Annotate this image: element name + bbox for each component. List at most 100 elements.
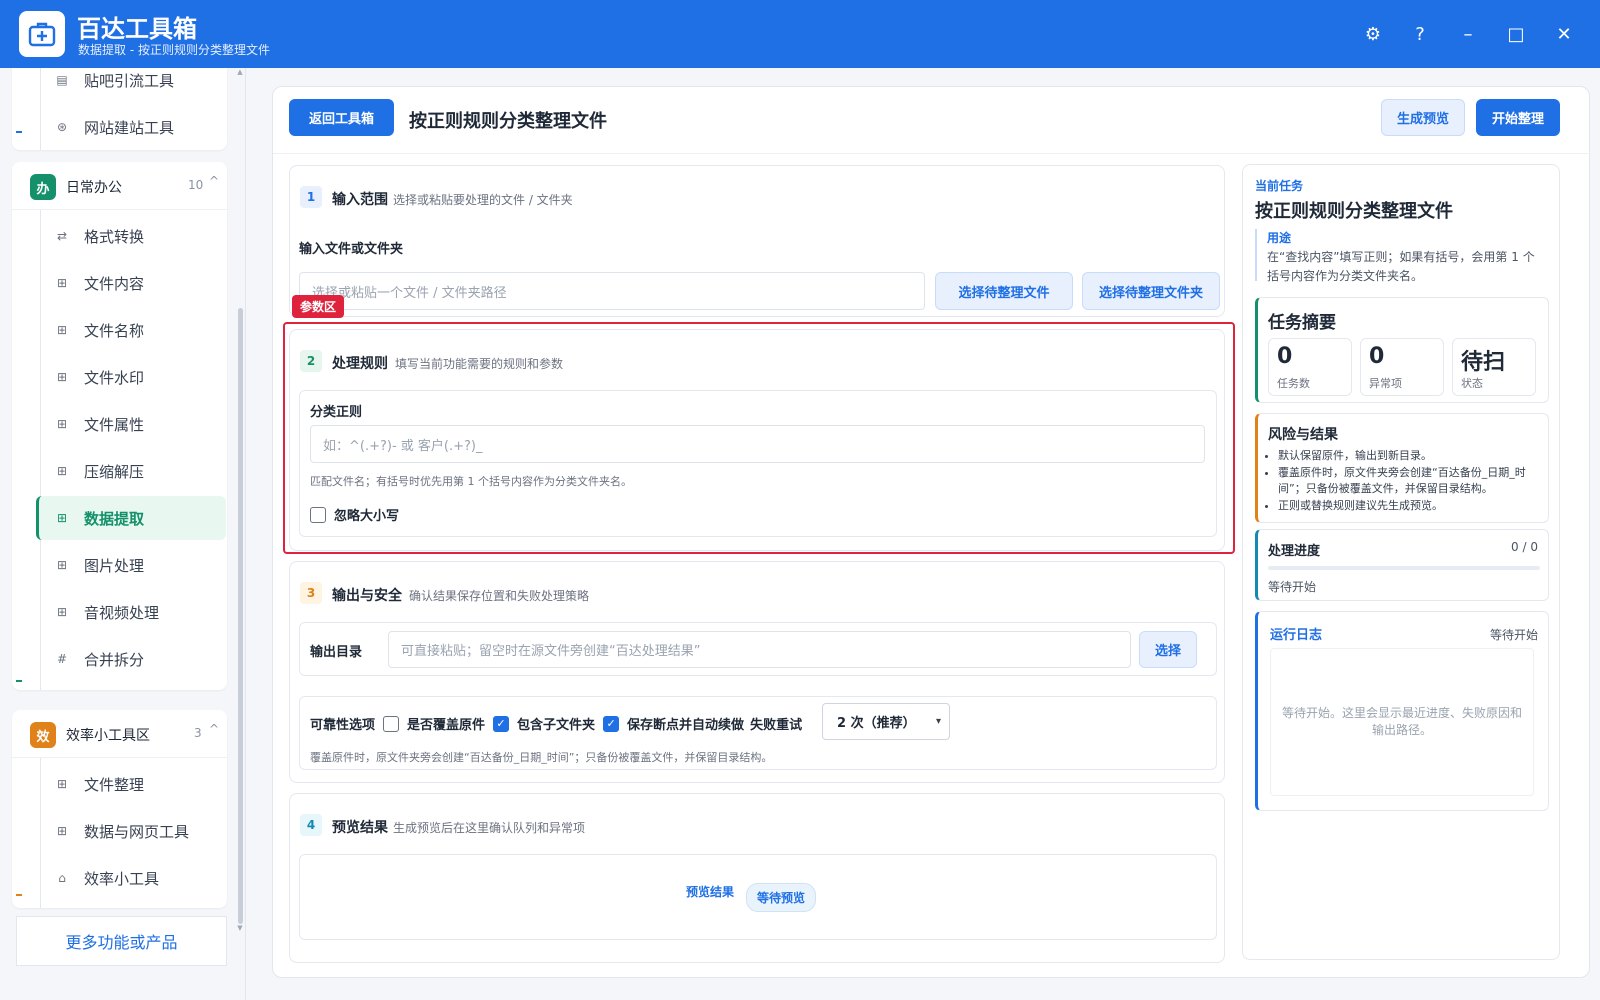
stat-task-count: 0 任务数 <box>1268 338 1352 396</box>
regex-label: 分类正则 <box>310 405 363 420</box>
progress-count: 0 / 0 <box>1511 540 1538 554</box>
section-output-safety: 3 输出与安全 确认结果保存位置和失败处理策略 输出目录 可直接粘贴；留空时在源… <box>289 561 1225 783</box>
sidebar-scrollbar[interactable] <box>238 308 243 924</box>
regex-hint: 匹配文件名；有括号时优先用第 1 个括号内容作为分类文件夹名。 <box>310 475 632 488</box>
output-dir-input[interactable]: 可直接粘贴；留空时在源文件旁创建“百达处理结果” <box>388 631 1131 668</box>
choose-file-button[interactable]: 选择待整理文件 <box>935 272 1073 310</box>
start-organize-button[interactable]: 开始整理 <box>1476 99 1560 136</box>
risk-list: 默认保留原件，输出到新目录。 覆盖原件时，原文件夹旁会创建“百达备份_日期_时间… <box>1278 448 1548 515</box>
resume-label: 保存断点并自动续做 <box>627 718 745 733</box>
group-count: 3 <box>194 726 202 740</box>
step-number: 2 <box>300 350 322 372</box>
step-number: 1 <box>300 186 322 208</box>
close-icon[interactable]: ✕ <box>1550 20 1578 48</box>
choose-folder-button[interactable]: 选择待整理文件夹 <box>1082 272 1220 310</box>
back-to-toolbox-button[interactable]: 返回工具箱 <box>289 99 394 136</box>
scroll-down-icon[interactable]: ▼ <box>236 924 244 932</box>
sidebar-item-file-attributes[interactable]: ⊞ 文件属性 <box>36 402 226 446</box>
section-title: 处理规则 <box>332 356 388 372</box>
list-item: 默认保留原件，输出到新目录。 <box>1278 448 1548 464</box>
app-title: 百达工具箱 <box>77 15 197 43</box>
group-name: 日常办公 <box>66 180 122 196</box>
regex-input[interactable]: 如：^(.+?)- 或 客户(.+?)_ <box>310 425 1205 463</box>
section-title: 输入范围 <box>332 192 388 208</box>
efficiency-group-icon: 效 <box>30 722 56 748</box>
grid-icon: ⊞ <box>56 605 68 619</box>
group-header-efficiency[interactable]: 效 效率小工具区 3 ^ <box>12 710 227 758</box>
maximize-icon[interactable]: □ <box>1502 20 1530 48</box>
progress-title: 处理进度 <box>1268 544 1321 559</box>
preview-result-card: 预览结果 等待预览 <box>299 854 1217 940</box>
grid-icon: ⊞ <box>56 824 68 838</box>
subfolders-label: 包含子文件夹 <box>517 718 596 733</box>
help-icon[interactable]: ? <box>1406 20 1434 48</box>
log-output-area[interactable]: 等待开始。这里会显示最近进度、失败原因和输出路径。 <box>1270 648 1534 796</box>
input-field-label: 输入文件或文件夹 <box>299 242 404 257</box>
sidebar-item-data-extract[interactable]: ⊞ 数据提取 <box>36 496 226 540</box>
group-name: 效率小工具区 <box>66 728 150 744</box>
scroll-up-icon[interactable]: ▲ <box>236 68 244 76</box>
group-count: 10 <box>188 178 204 192</box>
resume-checkbox[interactable]: ✓ <box>603 715 620 732</box>
sidebar-item-merge-split[interactable]: # 合并拆分 <box>36 637 226 681</box>
section-desc: 生成预览后在这里确认队列和异常项 <box>393 821 586 835</box>
toolbox-icon: ⌂ <box>58 871 66 885</box>
risk-title: 风险与结果 <box>1268 427 1338 443</box>
output-dir-label: 输出目录 <box>310 645 363 660</box>
overwrite-label: 是否覆盖原件 <box>407 718 486 733</box>
section-input-range: 1 输入范围 选择或粘贴要处理的文件 / 文件夹 输入文件或文件夹 选择或粘贴一… <box>289 165 1225 317</box>
preview-status-badge: 等待预览 <box>746 883 817 912</box>
sidebar-item-file-name[interactable]: ⊞ 文件名称 <box>36 308 226 352</box>
task-side-panel: 当前任务 按正则规则分类整理文件 用途 在“查找内容”填写正则；如果有括号，会用… <box>1242 164 1560 960</box>
parameter-area-tag: 参数区 <box>292 295 345 318</box>
collapse-caret-icon[interactable]: ^ <box>209 722 219 736</box>
doc-icon: ▤ <box>56 73 68 87</box>
sidebar-group-previous: ▤ 贴吧引流工具 ⊛ 网站建站工具 <box>12 68 227 150</box>
summary-card: 任务摘要 0 任务数 0 异常项 待扫 状态 <box>1255 297 1549 403</box>
output-dir-card: 输出目录 可直接粘贴；留空时在源文件旁创建“百达处理结果” 选择 <box>299 622 1217 676</box>
more-products-button[interactable]: 更多功能或产品 <box>16 916 227 966</box>
log-status: 等待开始 <box>1489 628 1538 642</box>
section-title: 输出与安全 <box>332 588 402 604</box>
grid-icon: ⊞ <box>56 323 68 337</box>
ignore-case-checkbox[interactable] <box>310 506 326 523</box>
section-desc: 填写当前功能需要的规则和参数 <box>395 357 564 371</box>
task-title: 按正则规则分类整理文件 <box>1255 201 1453 222</box>
sidebar-item-file-content[interactable]: ⊞ 文件内容 <box>36 261 226 305</box>
subfolders-checkbox[interactable]: ✓ <box>493 715 510 732</box>
summary-title: 任务摘要 <box>1268 313 1336 333</box>
sidebar-item-tieba[interactable]: ▤ 贴吧引流工具 <box>36 68 226 102</box>
sidebar-item-format-convert[interactable]: ⇄ 格式转换 <box>36 214 226 258</box>
sidebar-item-image[interactable]: ⊞ 图片处理 <box>36 543 226 587</box>
grid-icon: ⊞ <box>56 558 68 572</box>
current-task-label: 当前任务 <box>1255 179 1304 193</box>
sidebar-item-efficiency-tools[interactable]: ⌂ 效率小工具 <box>36 856 226 900</box>
sidebar: ▲ ▼ ▤ 贴吧引流工具 ⊛ 网站建站工具 办 日常办公 10 ^ ⇄ 格式转换… <box>0 68 246 1000</box>
section-desc: 选择或粘贴要处理的文件 / 文件夹 <box>393 193 573 207</box>
step-number: 4 <box>300 814 322 836</box>
sidebar-item-av[interactable]: ⊞ 音视频处理 <box>36 590 226 634</box>
choose-output-button[interactable]: 选择 <box>1139 631 1197 668</box>
sidebar-item-watermark[interactable]: ⊞ 文件水印 <box>36 355 226 399</box>
stat-status: 待扫 状态 <box>1452 338 1536 396</box>
overwrite-checkbox[interactable] <box>383 715 400 732</box>
grid-icon: ⊞ <box>56 276 68 290</box>
sidebar-item-website[interactable]: ⊛ 网站建站工具 <box>36 105 226 149</box>
regex-card: 分类正则 如：^(.+?)- 或 客户(.+?)_ 匹配文件名；有括号时优先用第… <box>299 390 1217 537</box>
hash-icon: # <box>56 652 68 666</box>
sidebar-item-compress[interactable]: ⊞ 压缩解压 <box>36 449 226 493</box>
section-title: 预览结果 <box>332 820 388 836</box>
progress-status: 等待开始 <box>1268 580 1317 594</box>
grid-icon: ⊞ <box>56 777 68 791</box>
ignore-case-option[interactable]: 忽略大小写 <box>310 505 399 524</box>
input-path-field[interactable]: 选择或粘贴一个文件 / 文件夹路径 <box>299 272 925 310</box>
minimize-icon[interactable]: – <box>1454 20 1482 48</box>
chevron-down-icon: ▾ <box>935 716 941 727</box>
collapse-caret-icon[interactable]: ^ <box>209 174 219 188</box>
sidebar-item-file-organize[interactable]: ⊞ 文件整理 <box>36 762 226 806</box>
settings-icon[interactable]: ⚙ <box>1359 20 1387 48</box>
sidebar-item-data-web[interactable]: ⊞ 数据与网页工具 <box>36 809 226 853</box>
generate-preview-button[interactable]: 生成预览 <box>1381 99 1465 136</box>
retry-select[interactable]: 2 次（推荐） ▾ <box>822 703 950 740</box>
group-header-office[interactable]: 办 日常办公 10 ^ <box>12 162 227 210</box>
